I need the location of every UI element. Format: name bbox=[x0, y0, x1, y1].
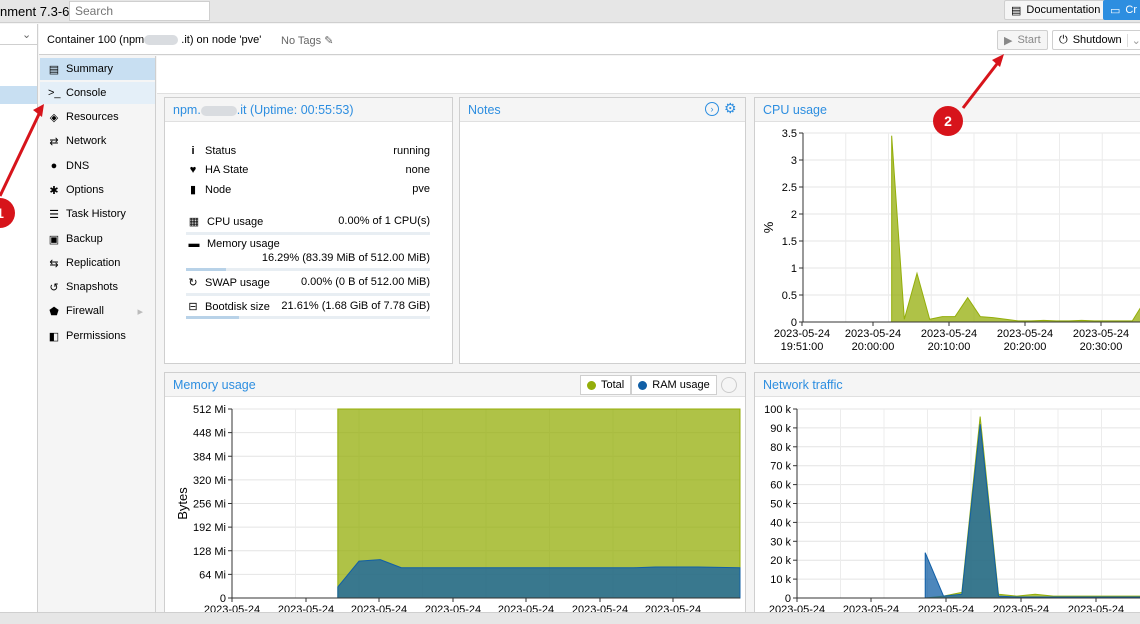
annotation-badge-2: 2 bbox=[933, 106, 963, 136]
arrow-line-2 bbox=[961, 59, 1002, 109]
arrow-line-1 bbox=[0, 111, 42, 197]
annotation-number: 1 bbox=[0, 205, 4, 221]
arrow-head-2 bbox=[992, 54, 1004, 67]
annotation-arrows bbox=[0, 54, 1004, 197]
annotation-number: 2 bbox=[944, 113, 952, 129]
bottom-bar bbox=[0, 612, 1140, 624]
